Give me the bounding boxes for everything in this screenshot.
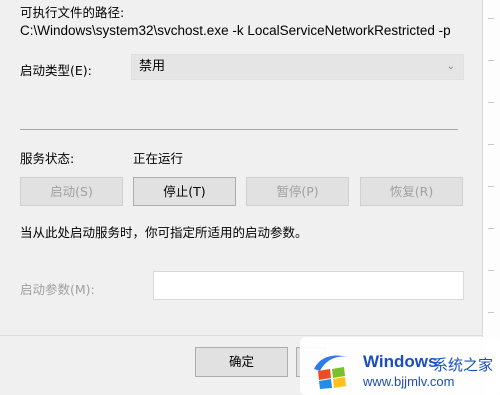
ok-button[interactable]: 确定 <box>195 347 288 377</box>
resume-button[interactable]: 恢复(R) <box>360 177 463 206</box>
edge-tick <box>488 18 494 19</box>
edge-tick <box>488 60 494 61</box>
windows-logo-icon <box>314 355 348 389</box>
pause-button[interactable]: 暂停(P) <box>246 177 349 206</box>
startup-type-label: 启动类型(E): <box>20 63 92 78</box>
divider <box>20 129 458 130</box>
chevron-down-icon: ⌄ <box>446 61 455 72</box>
edge-tick <box>488 228 494 229</box>
service-status-label: 服务状态: <box>20 151 75 166</box>
edge-tick <box>488 312 494 313</box>
startup-type-value: 禁用 <box>139 59 166 74</box>
exe-path-value: C:\Windows\system32\svchost.exe -k Local… <box>20 23 451 38</box>
watermark-url: www.bjjmlv.com <box>363 374 455 389</box>
stop-button[interactable]: 停止(T) <box>133 177 236 206</box>
start-button[interactable]: 启动(S) <box>20 177 123 206</box>
edge-tick <box>488 270 494 271</box>
watermark-subtitle: 系统之家 <box>433 356 494 374</box>
edge-tick <box>488 186 494 187</box>
exe-path-label: 可执行文件的路径: <box>20 5 125 20</box>
service-status-value: 正在运行 <box>133 151 184 166</box>
start-params-hint: 当从此处启动服务时，你可指定所适用的启动参数。 <box>20 225 308 240</box>
startup-type-select[interactable]: 禁用 ⌄ <box>131 54 464 80</box>
watermark-title: Windows <box>363 352 438 371</box>
start-params-label: 启动参数(M): <box>20 282 95 297</box>
start-params-input[interactable] <box>153 271 464 300</box>
edge-tick <box>488 102 494 103</box>
edge-tick <box>488 144 494 145</box>
